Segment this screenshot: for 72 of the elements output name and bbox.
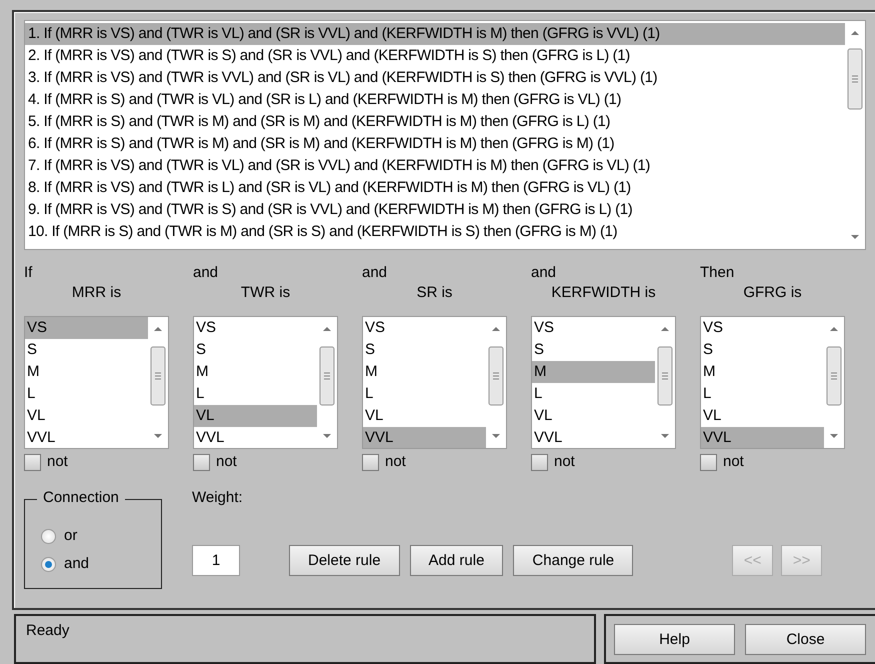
option-item[interactable]: VL xyxy=(363,405,486,427)
rule-item[interactable]: 2. If (MRR is VS) and (TWR is S) and (SR is VVL) and (KERFWIDTH is S) then (GFRG is L) (1) xyxy=(25,45,845,67)
not-checkbox[interactable] xyxy=(24,454,41,470)
option-item[interactable]: L xyxy=(532,383,655,405)
option-item[interactable]: VL xyxy=(194,405,317,427)
rule-item[interactable]: 1. If (MRR is VS) and (TWR is VL) and (SR is VVL) and (KERFWIDTH is M) then (GFRG is VVL) (1) xyxy=(25,23,845,45)
option-item[interactable]: S xyxy=(194,339,317,361)
checkbox-label: not xyxy=(47,453,68,471)
option-item[interactable]: VL xyxy=(532,405,655,427)
footer-button[interactable]: Help xyxy=(614,624,735,655)
rule-button[interactable]: Delete rule xyxy=(289,545,400,576)
option-item[interactable]: M xyxy=(25,361,148,383)
checkbox-label: not xyxy=(385,453,406,471)
connector-label: Then xyxy=(700,264,736,283)
option-item[interactable]: VS xyxy=(701,317,824,339)
option-item[interactable]: M xyxy=(701,361,824,383)
checkbox-label: not xyxy=(216,453,237,471)
option-item[interactable]: M xyxy=(363,361,486,383)
radio-button[interactable] xyxy=(41,556,56,572)
not-checkbox[interactable] xyxy=(193,454,210,470)
weight-field[interactable]: 1 xyxy=(192,545,240,576)
variable-label: TWR is xyxy=(240,284,292,303)
option-item[interactable]: S xyxy=(532,339,655,361)
radio-label: and xyxy=(64,555,90,573)
option-item[interactable]: VS xyxy=(532,317,655,339)
option-item[interactable]: S xyxy=(363,339,486,361)
option-item[interactable]: L xyxy=(194,383,317,405)
rule-item[interactable]: 9. If (MRR is VS) and (TWR is S) and (SR is VVL) and (KERFWIDTH is M) then (GFRG is L) (1) xyxy=(25,199,845,221)
rule-button[interactable]: Add rule xyxy=(410,545,504,576)
rule-button[interactable]: Change rule xyxy=(513,545,634,576)
variable-label: KERFWIDTH is xyxy=(550,284,657,303)
radio-button[interactable] xyxy=(41,528,56,544)
not-checkbox[interactable] xyxy=(362,454,379,470)
connector-label: and xyxy=(193,264,220,283)
weight-label: Weight: xyxy=(192,489,244,507)
variable-label: MRR is xyxy=(70,284,122,303)
footer-button[interactable]: Close xyxy=(745,624,866,655)
option-item[interactable]: VS xyxy=(25,317,148,339)
rule-item[interactable]: 7. If (MRR is VS) and (TWR is VL) and (SR is VVL) and (KERFWIDTH is M) then (GFRG is VL) (1) xyxy=(25,155,845,177)
connector-label: If xyxy=(24,264,34,283)
rule-item[interactable]: 6. If (MRR is S) and (TWR is M) and (SR is M) and (KERFWIDTH is M) then (GFRG is M) (1) xyxy=(25,133,845,155)
option-item[interactable]: S xyxy=(25,339,148,361)
not-checkbox[interactable] xyxy=(700,454,717,470)
variable-label: GFRG is xyxy=(742,284,803,303)
connector-label: and xyxy=(362,264,388,283)
option-item[interactable]: VL xyxy=(25,405,148,427)
option-item[interactable]: L xyxy=(25,383,148,405)
option-item[interactable]: VVL xyxy=(363,427,486,448)
option-item[interactable]: VVL xyxy=(25,427,148,448)
checkbox-label: not xyxy=(554,453,575,471)
option-item[interactable]: L xyxy=(701,383,824,405)
not-checkbox[interactable] xyxy=(531,454,548,470)
radio-label: or xyxy=(64,527,78,545)
option-item[interactable]: VS xyxy=(194,317,317,339)
rule-item[interactable]: 3. If (MRR is VS) and (TWR is VVL) and (SR is VL) and (KERFWIDTH is S) then (GFRG is VVL) (1) xyxy=(25,67,845,89)
rule-item[interactable]: 4. If (MRR is S) and (TWR is VL) and (SR is L) and (KERFWIDTH is M) then (GFRG is VL) (1) xyxy=(25,89,845,111)
option-item[interactable]: VVL xyxy=(194,427,317,448)
option-item[interactable]: VS xyxy=(363,317,486,339)
status-text: Ready xyxy=(26,622,70,639)
option-item[interactable]: M xyxy=(532,361,655,383)
rule-item[interactable]: 8. If (MRR is VS) and (TWR is L) and (SR is VL) and (KERFWIDTH is M) then (GFRG is VL) (1) xyxy=(25,177,845,199)
option-item[interactable]: M xyxy=(194,361,317,383)
rule-item[interactable]: 5. If (MRR is S) and (TWR is M) and (SR is M) and (KERFWIDTH is M) then (GFRG is L) (1) xyxy=(25,111,845,133)
option-item[interactable]: VVL xyxy=(701,427,824,448)
connector-label: and xyxy=(531,264,558,283)
option-item[interactable]: VVL xyxy=(532,427,655,448)
option-item[interactable]: S xyxy=(701,339,824,361)
option-item[interactable]: VL xyxy=(701,405,824,427)
checkbox-label: not xyxy=(723,453,744,471)
option-item[interactable]: L xyxy=(363,383,486,405)
rule-item[interactable]: 10. If (MRR is S) and (TWR is M) and (SR is S) and (KERFWIDTH is S) then (GFRG is M) (1) xyxy=(25,221,845,243)
variable-label: SR is xyxy=(416,284,454,303)
